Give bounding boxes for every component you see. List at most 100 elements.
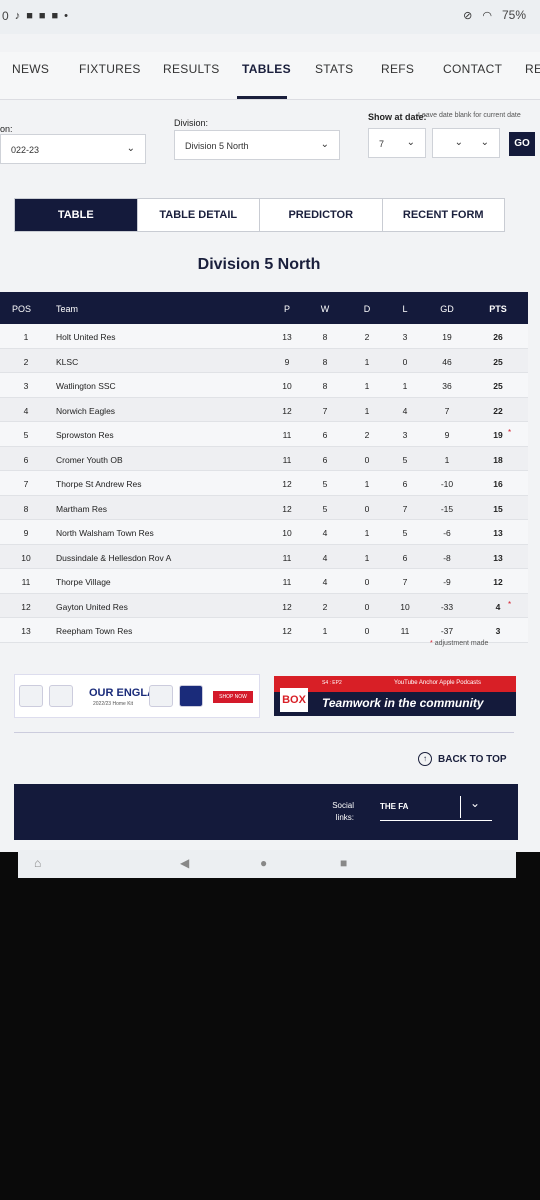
cell-team[interactable]: Holt United Res [56, 332, 116, 342]
go-button[interactable]: GO [509, 132, 535, 156]
cell-team[interactable]: Cromer Youth OB [56, 455, 123, 465]
cell-team[interactable]: Gayton United Res [56, 602, 128, 612]
tab-table[interactable]: TABLE [15, 199, 138, 231]
social-links-label: Social links: [332, 801, 354, 822]
nav-item-stats[interactable]: STATS [315, 62, 353, 76]
table-row[interactable]: 13 Reepham Town Res 12 1 0 11 -37 3 [0, 618, 528, 643]
table-row[interactable]: 7 Thorpe St Andrew Res 12 5 1 6 -10 16 [0, 471, 528, 496]
cell-team[interactable]: KLSC [56, 357, 78, 367]
nav-item-refs[interactable]: REFS [381, 62, 414, 76]
shirt-image [49, 685, 73, 707]
table-row[interactable]: 10 Dussindale & Hellesdon Rov A 11 4 1 6 -8 13 [0, 544, 528, 569]
cell-d: 0 [364, 503, 370, 514]
table-row[interactable]: 9 North Walsham Town Res 10 4 1 5 -6 13 [0, 520, 528, 545]
cell-d: 1 [364, 381, 370, 391]
wifi-icon: ◠ [482, 9, 492, 22]
date-month-select[interactable]: ⌄ ⌄ [432, 128, 500, 158]
cell-team[interactable]: Watlington SSC [56, 381, 116, 391]
nav-item-more[interactable]: RE [525, 62, 540, 76]
table-row[interactable]: 5 Sprowston Res 11 6 2 3 9 19 * [0, 422, 528, 447]
cell-pts: 4 [495, 601, 501, 612]
cell-pos: 10 [21, 552, 31, 563]
header-pos: POS [12, 304, 32, 314]
nav-item-fixtures[interactable]: FIXTURES [79, 62, 141, 76]
social-links-select-value[interactable]: THE FA [380, 802, 408, 811]
cell-team[interactable]: North Walsham Town Res [56, 528, 154, 538]
table-row[interactable]: 2 KLSC 9 8 1 0 46 25 [0, 348, 528, 373]
cell-gd: 46 [442, 356, 452, 367]
ad-subtitle: 2022/23 Home Kit [93, 701, 134, 707]
cell-d: 0 [364, 601, 370, 612]
date-day-select[interactable]: 7 ⌄ [368, 128, 426, 158]
nav-item-news[interactable]: NEWS [12, 62, 49, 76]
cell-l: 7 [402, 503, 408, 514]
ad-slogan: Teamwork in the community [322, 696, 484, 710]
nav-item-tables[interactable]: TABLES [242, 62, 291, 76]
cell-pos: 7 [23, 479, 29, 489]
kit-ad-banner[interactable]: OUR ENGLAND 2022/23 Home Kit SHOP NOW [14, 674, 260, 718]
cell-d: 1 [364, 405, 370, 416]
cell-gd: 36 [442, 381, 452, 391]
tab-table-detail[interactable]: TABLE DETAIL [137, 199, 260, 231]
cell-gd: -15 [440, 503, 454, 514]
table-row[interactable]: 12 Gayton United Res 12 2 0 10 -33 4 * [0, 593, 528, 618]
cell-pos: 4 [23, 405, 29, 416]
cell-d: 2 [364, 332, 370, 342]
nav-item-results[interactable]: RESULTS [163, 62, 220, 76]
home-circle-icon[interactable]: ● [260, 856, 267, 870]
nav-item-contact[interactable]: CONTACT [443, 62, 502, 76]
cell-p: 10 [282, 528, 292, 538]
chevron-down-icon: ⌄ [480, 137, 489, 148]
date-hint: Leave date blank for current date [418, 112, 521, 119]
tab-predictor[interactable]: PREDICTOR [260, 199, 383, 231]
header-p: P [283, 304, 290, 314]
shirt-image [179, 685, 203, 707]
cell-w: 1 [322, 626, 328, 636]
table-row[interactable]: 3 Watlington SSC 10 8 1 1 36 25 [0, 373, 528, 398]
cell-team[interactable]: Dussindale & Hellesdon Rov A [56, 553, 171, 563]
kit-shirts [19, 685, 73, 707]
division-select[interactable]: Division 5 North ⌄ [174, 130, 340, 160]
cell-team[interactable]: Thorpe Village [56, 577, 111, 587]
cell-pts: 25 [493, 356, 503, 367]
table-row[interactable]: 11 Thorpe Village 11 4 0 7 -9 12 [0, 569, 528, 594]
shop-now-button[interactable]: SHOP NOW [213, 691, 253, 703]
facebook-icon: ■ [51, 10, 59, 22]
cell-p: 11 [282, 454, 292, 465]
cell-pts: 18 [493, 454, 503, 465]
cell-p: 12 [282, 503, 292, 514]
cell-team[interactable]: Norwich Eagles [56, 406, 115, 416]
header-team: Team [56, 304, 79, 314]
season-select[interactable]: 022-23 ⌄ [0, 134, 146, 164]
cell-team[interactable]: Martham Res [56, 504, 107, 514]
adjustment-note-text: adjustment made [434, 640, 489, 647]
cell-d: 0 [364, 454, 370, 465]
cell-pts: 26 [493, 332, 503, 342]
home-icon[interactable]: ⌂ [34, 856, 41, 870]
table-row[interactable]: 1 Holt United Res 13 8 2 3 19 26 [0, 324, 528, 349]
table-row[interactable]: 8 Martham Res 12 5 0 7 -15 15 [0, 495, 528, 520]
cell-team[interactable]: Reepham Town Res [56, 626, 132, 636]
cell-p: 9 [284, 356, 290, 367]
cell-team[interactable]: Sprowston Res [56, 430, 114, 440]
divider [14, 732, 514, 733]
cell-l: 6 [402, 552, 408, 563]
tab-recent-form[interactable]: RECENT FORM [382, 199, 504, 231]
table-row[interactable]: 4 Norwich Eagles 12 7 1 4 7 22 [0, 397, 528, 422]
podcast-ad-banner[interactable]: BOX S4 : EP2 YouTube Anchor Apple Podcas… [274, 676, 516, 716]
recents-icon[interactable]: ■ [340, 856, 347, 870]
cell-l: 3 [402, 430, 408, 440]
table-row[interactable]: 6 Cromer Youth OB 11 6 0 5 1 18 [0, 446, 528, 471]
cell-w: 8 [322, 332, 328, 342]
main-nav: NEWS FIXTURES RESULTS TABLES STATS REFS … [0, 52, 540, 100]
page: NEWS FIXTURES RESULTS TABLES STATS REFS … [0, 34, 540, 852]
cell-pts: 3 [495, 626, 501, 636]
cell-d: 1 [364, 479, 370, 489]
cell-team[interactable]: Thorpe St Andrew Res [56, 479, 142, 489]
season-label: on: [0, 124, 13, 134]
chevron-down-icon[interactable]: ⌄ [470, 796, 480, 810]
cell-w: 5 [322, 479, 328, 489]
back-icon[interactable]: ◀ [180, 856, 189, 870]
back-to-top-link[interactable]: ↑ BACK TO TOP [418, 752, 507, 766]
cell-l: 6 [402, 479, 408, 489]
